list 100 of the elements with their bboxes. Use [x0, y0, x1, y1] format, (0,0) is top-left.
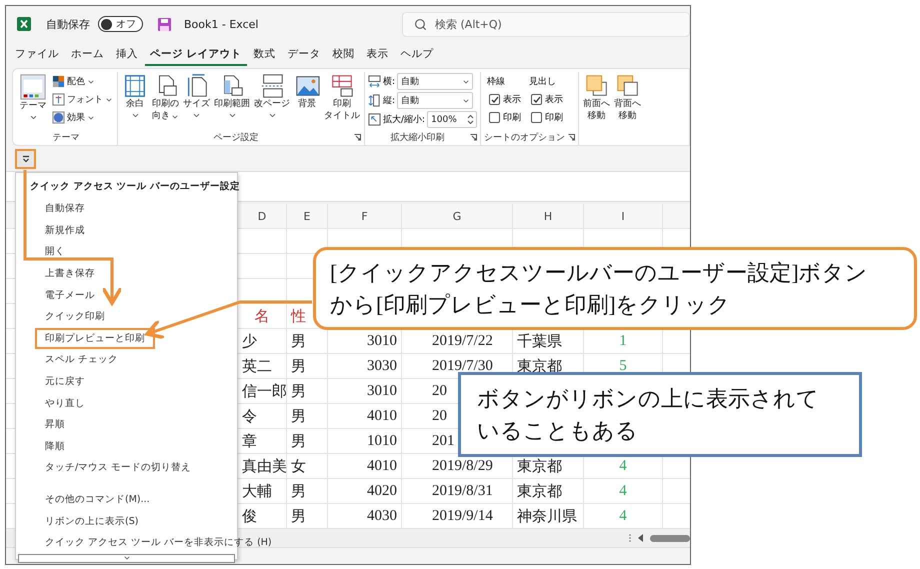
print-area-button[interactable]: 印刷範囲 [213, 72, 251, 130]
menu-item[interactable]: その他のコマンド(M)... [35, 488, 160, 510]
table-cell: 真由美 [238, 454, 286, 478]
table-cell: 2019/8/31 [402, 479, 512, 503]
option-heading: 枠線 [487, 76, 506, 88]
splitter-handle-icon[interactable] [628, 533, 632, 543]
scale-icon [368, 113, 381, 126]
menu-item[interactable]: 元に戻す [35, 370, 95, 392]
menu-item[interactable]: 印刷プレビューと印刷 [35, 328, 155, 350]
dialog-launcher-icon[interactable] [568, 134, 576, 141]
colors-button[interactable]: 配色 [51, 74, 114, 89]
column-header[interactable]: F [328, 204, 401, 228]
ribbon-tab[interactable]: ホーム [66, 44, 109, 66]
autosave-label: 自動保存 [46, 16, 90, 32]
dropdown-field[interactable]: 自動 [397, 92, 474, 109]
orientation-button[interactable]: 印刷の 向き [151, 72, 180, 130]
print-titles-button[interactable]: 印刷 タイトル [323, 72, 361, 130]
table-cell: 東京都 [513, 479, 583, 503]
chevron-icon [122, 554, 130, 562]
menu-item[interactable]: クイック アクセス ツール バーを非表示にする (H) [35, 532, 282, 554]
dialog-launcher-icon[interactable] [354, 134, 361, 141]
menu-item[interactable]: 昇順 [35, 414, 75, 436]
themes-button[interactable]: テーマ [18, 72, 48, 130]
menu-title: クイック アクセス ツール バーのユーザー設定 [29, 180, 240, 194]
effects-button[interactable]: 効果 [51, 110, 114, 125]
menu-item[interactable]: 新規作成 [35, 220, 95, 242]
menu-item[interactable]: スペル チェック [35, 349, 128, 371]
table-cell: 4010 [328, 404, 401, 428]
font-icon [52, 93, 65, 106]
autosave-toggle[interactable]: オフ [98, 16, 143, 32]
table-cell: 信一郎 [238, 379, 286, 403]
callout-text: [クイックアクセスツールバーのユーザー設定]ボタン [330, 258, 868, 287]
search-field[interactable]: 検索 (Alt+Q) [402, 12, 690, 36]
column-header[interactable]: G [402, 204, 512, 228]
column-header[interactable]: I [584, 204, 662, 228]
menu-item[interactable]: 開く [35, 241, 75, 263]
group-label: シートのオプション [484, 131, 566, 144]
callout-text: から[印刷プレビューと印刷]をクリック [330, 290, 731, 318]
margins-button[interactable]: 余白 [121, 72, 149, 130]
spinner-field[interactable]: 100% [427, 111, 478, 128]
column-header[interactable]: H [513, 204, 583, 228]
menu-item[interactable]: 降順 [35, 436, 75, 458]
menu-item[interactable]: 上書き保存 [35, 262, 105, 284]
customize-button[interactable] [15, 148, 36, 168]
table-cell: 1010 [328, 429, 401, 453]
menu-item[interactable]: リボンの上に表示(S) [35, 510, 148, 532]
window-title: Book1 - Excel [184, 18, 258, 30]
table-cell: 女 [287, 454, 327, 478]
field-label: 拡大/縮小: [383, 114, 426, 126]
menu-item[interactable]: 自動保存 [35, 198, 95, 220]
column-header[interactable]: E [287, 204, 327, 228]
group-label: テーマ [52, 132, 80, 144]
scrollbar-thumb[interactable] [650, 534, 690, 542]
table-cell: 男 [287, 479, 327, 503]
ribbon-tab[interactable]: ファイル [10, 44, 64, 66]
checkbox[interactable] [489, 112, 500, 123]
dropdown-field[interactable]: 自動 [397, 73, 474, 90]
dialog-launcher-icon[interactable] [470, 134, 478, 141]
group-label: 拡大縮小印刷 [390, 132, 445, 144]
send-backward-button[interactable]: 背面へ 移動 [613, 72, 642, 145]
ribbon-tab[interactable]: ページ レイアウト [145, 44, 247, 66]
ribbon-tab[interactable]: 挿入 [111, 44, 143, 66]
menu-item[interactable]: やり直し [35, 392, 95, 414]
width-icon [368, 75, 381, 88]
bring-forward-button[interactable]: 前面へ 移動 [582, 72, 612, 145]
ribbon-tab[interactable]: 表示 [362, 44, 394, 66]
background-button[interactable]: 背景 [293, 72, 321, 130]
fonts-button[interactable]: フォント [51, 92, 114, 107]
menu-item[interactable]: クイック印刷 [35, 306, 115, 328]
field-label: 横: [383, 76, 396, 88]
table-cell: 男 [287, 379, 327, 403]
ribbon-tab[interactable]: データ [282, 44, 326, 66]
checkbox[interactable] [531, 94, 542, 105]
spinner-arrows-icon [467, 114, 474, 125]
table-cell: 英二 [238, 354, 286, 378]
table-cell: 2019/9/14 [402, 504, 512, 528]
app-logo-icon [16, 16, 32, 32]
menu-item[interactable]: 電子メール [35, 284, 105, 306]
margins-icon [122, 73, 148, 99]
save-icon[interactable] [157, 16, 172, 32]
table-cell: 4 [584, 504, 662, 528]
checkbox[interactable] [531, 112, 542, 123]
table-cell: 3030 [328, 354, 401, 378]
header-cell: 名 [238, 304, 286, 328]
table-cell: 少 [238, 329, 286, 353]
table-cell: 3010 [328, 329, 401, 353]
ribbon-tab[interactable]: ヘルプ [396, 44, 439, 66]
table-cell: 4020 [328, 479, 401, 503]
table-cell: 男 [287, 429, 327, 453]
table-cell: 俊 [238, 504, 286, 528]
scroll-left-icon[interactable] [638, 534, 644, 542]
checkbox[interactable] [489, 94, 500, 105]
menu-item[interactable]: タッチ/マウス モードの切り替え [35, 457, 202, 479]
column-header[interactable]: D [238, 204, 286, 228]
ribbon-tab[interactable]: 数式 [248, 44, 281, 66]
size-button[interactable]: サイズ [182, 72, 211, 130]
table-cell: 男 [287, 404, 327, 428]
height-icon [368, 94, 381, 107]
ribbon-tab[interactable]: 校閲 [328, 44, 360, 66]
breaks-button[interactable]: 改ページ [253, 72, 291, 130]
